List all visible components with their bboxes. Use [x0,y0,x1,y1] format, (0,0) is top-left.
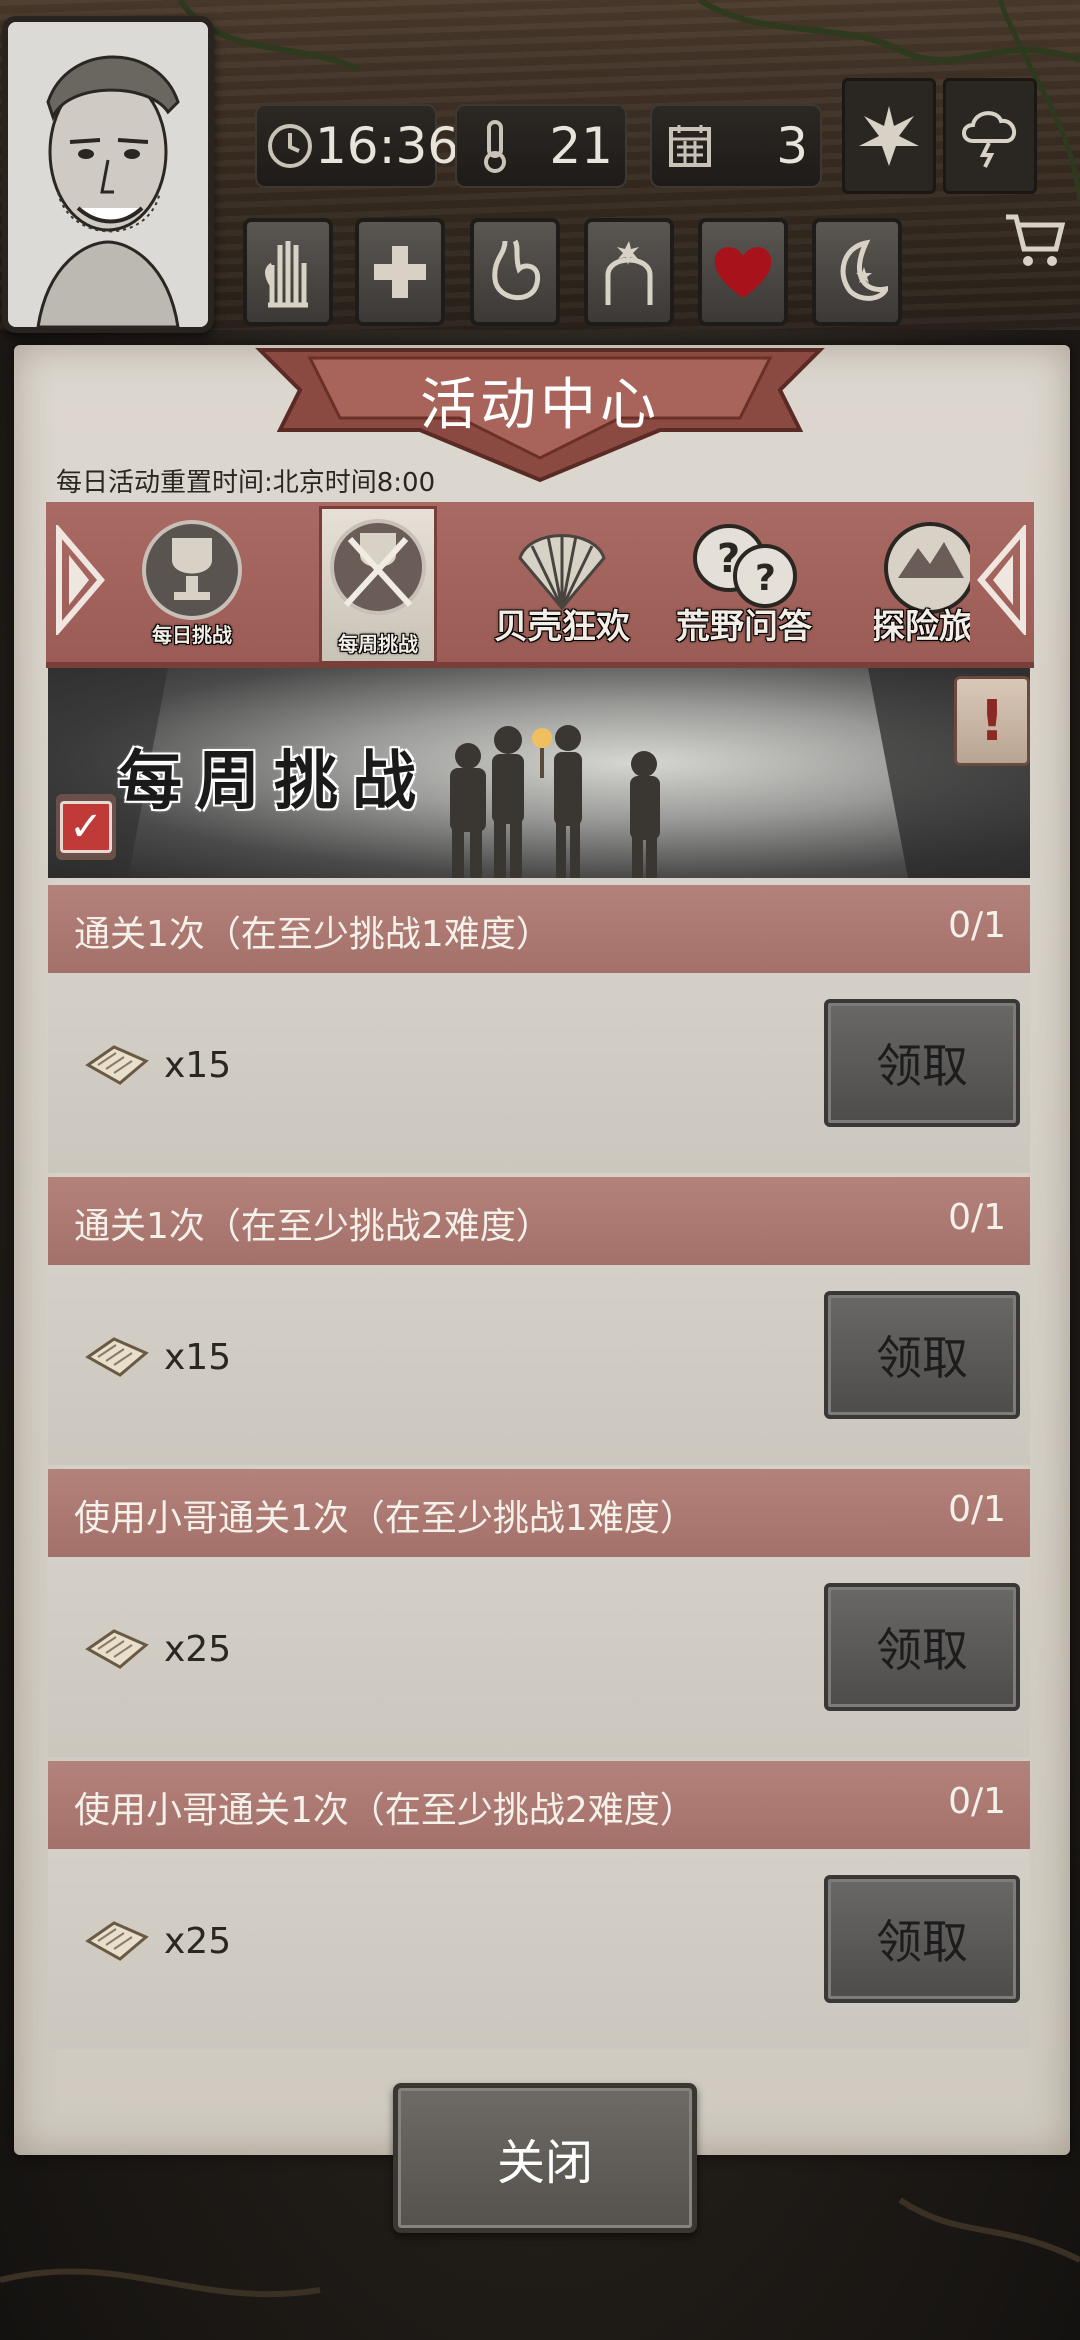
reward-quantity: x25 [164,1628,232,1670]
temperature-value: 21 [549,117,613,175]
hand-icon [265,241,308,308]
claim-button[interactable]: 领取 [824,1291,1020,1419]
bottom-vine-decoration [0,2197,1080,2298]
day-value: 3 [776,117,808,175]
banner-title: 每周挑战 [118,745,430,819]
moon-icon [840,239,888,301]
stomach-icon [492,239,541,301]
quest-title: 通关1次（在至少挑战2难度） [74,1206,552,1247]
checkmark-icon: ✓ [60,801,112,853]
quest-progress: 0/1 [948,1197,1006,1238]
cart-icon [1006,214,1066,266]
paper-ticket-icon [85,1921,149,1961]
need-mind[interactable] [584,218,674,326]
quest-reward-row: x25 领取 [48,1849,1030,2049]
need-sleep[interactable] [812,218,902,326]
thermometer-icon [465,116,525,176]
weapons-trophy-icon [322,511,434,623]
info-button[interactable]: ! [954,676,1030,766]
paper-ticket-icon [85,1045,149,1085]
exclamation-icon: ! [979,688,1005,754]
shop-cart-button[interactable] [1000,205,1070,275]
quest-reward-row: x25 领取 [48,1557,1030,1757]
tab-label: 贝壳狂欢 [494,607,630,647]
svg-text:?: ? [755,558,776,599]
temperature-display: 21 [455,104,627,188]
quest-header: 使用小哥通关1次（在至少挑战1难度） 0/1 [48,1469,1030,1557]
weather-button[interactable] [943,78,1037,194]
svg-text:?: ? [717,536,740,582]
tab-label: 荒野问答 [676,607,812,647]
calendar-icon [660,116,720,176]
claim-button[interactable]: 领取 [824,1583,1020,1711]
head-icon [605,241,653,305]
claim-button[interactable]: 领取 [824,999,1020,1127]
reward-quantity: x25 [164,1920,232,1962]
panel-title: 活动中心 [420,373,660,438]
time-display: 16:36 [255,104,459,188]
reward: x15 [84,1335,231,1379]
tab-scroll-right-button[interactable] [970,510,1034,650]
quest-progress: 0/1 [948,905,1006,946]
reward: x15 [84,1043,231,1087]
survivor-face-icon [8,22,208,327]
need-hunger[interactable] [470,218,560,326]
storm-cloud-icon [962,111,1017,168]
quest-header: 通关1次（在至少挑战2难度） 0/1 [48,1177,1030,1265]
quest-reward-row: x15 领取 [48,973,1030,1173]
reward: x25 [84,1627,231,1671]
quest-header: 通关1次（在至少挑战1难度） 0/1 [48,885,1030,973]
paper-ticket-icon [85,1337,149,1377]
chevron-left-icon [977,525,1026,635]
tab-exploration[interactable]: 探险旅 [874,512,970,652]
tab-daily-challenge[interactable]: 每日挑战 [136,512,248,652]
leaf-button[interactable] [842,78,936,194]
tab-shell-carnival[interactable]: 贝壳狂欢 [494,512,630,652]
quest-title: 使用小哥通关1次（在至少挑战2难度） [74,1790,696,1831]
tab-label: 探险旅 [874,607,970,647]
chevron-right-icon [56,525,105,635]
heart-icon [714,247,772,298]
claim-button[interactable]: 领取 [824,1875,1020,2003]
paper-ticket-icon [85,1629,149,1669]
health-cross-icon [374,246,426,298]
clock-icon [265,116,315,176]
tab-wild-quiz[interactable]: ?? 荒野问答 [676,512,812,652]
quest-title: 使用小哥通关1次（在至少挑战1难度） [74,1498,696,1539]
trophy-icon [136,514,248,626]
reward-quantity: x15 [164,1044,232,1086]
tab-label: 每周挑战 [338,632,418,656]
need-health[interactable] [355,218,445,326]
quest-title: 通关1次（在至少挑战1难度） [74,914,552,955]
leaf-icon [859,106,919,166]
need-hand[interactable] [243,218,333,326]
tab-weekly-challenge[interactable]: 每周挑战 [319,506,437,664]
quest-header: 使用小哥通关1次（在至少挑战2难度） 0/1 [48,1761,1030,1849]
day-display: 3 [650,104,822,188]
time-value: 16:36 [315,117,460,175]
quest-progress: 0/1 [948,1489,1006,1530]
need-heart[interactable] [698,218,788,326]
reward-quantity: x15 [164,1336,232,1378]
character-portrait[interactable] [2,16,214,333]
banner-checkbox[interactable]: ✓ [56,794,116,860]
reward: x25 [84,1919,231,1963]
tab-label: 每日挑战 [152,623,232,647]
quest-progress: 0/1 [948,1781,1006,1822]
reset-time-notice: 每日活动重置时间:北京时间8:00 [56,468,436,498]
tab-scroll-left-button[interactable] [48,510,112,650]
quest-reward-row: x15 领取 [48,1265,1030,1465]
